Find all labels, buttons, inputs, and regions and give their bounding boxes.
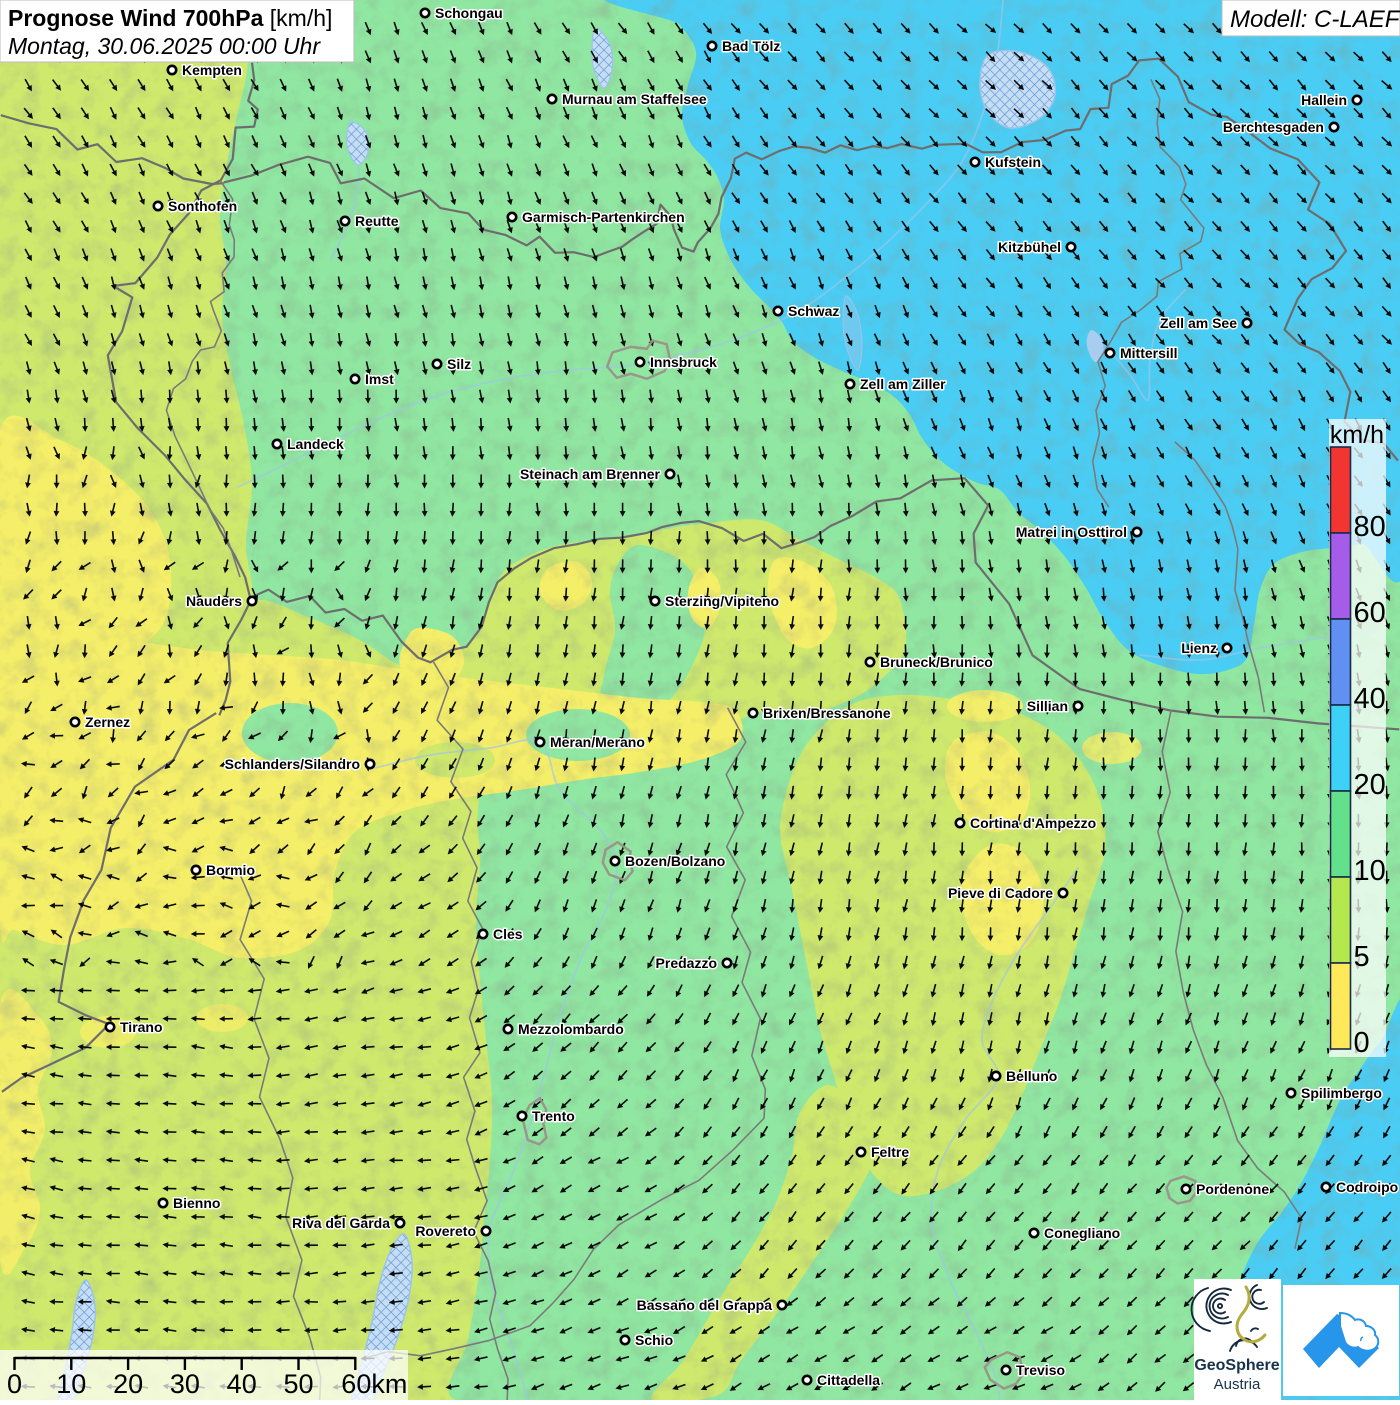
svg-text:Bozen/Bolzano: Bozen/Bolzano: [625, 853, 725, 869]
svg-text:Zell am See: Zell am See: [1160, 315, 1237, 331]
svg-text:Riva del Garda: Riva del Garda: [292, 1215, 390, 1231]
svg-text:Meran/Merano: Meran/Merano: [550, 734, 645, 750]
svg-text:Sonthofen: Sonthofen: [168, 198, 237, 214]
svg-text:Pieve di Cadore: Pieve di Cadore: [948, 885, 1053, 901]
svg-text:Sterzing/Vipiteno: Sterzing/Vipiteno: [665, 593, 779, 609]
svg-text:20: 20: [113, 1369, 143, 1399]
svg-text:Feltre: Feltre: [871, 1144, 909, 1160]
svg-text:km/h: km/h: [1330, 421, 1384, 449]
svg-text:80: 80: [1354, 511, 1386, 543]
svg-text:Spilimbergo: Spilimbergo: [1301, 1085, 1382, 1101]
svg-text:Bormio: Bormio: [206, 862, 255, 878]
svg-text:30: 30: [170, 1369, 200, 1399]
svg-text:Silz: Silz: [447, 356, 471, 372]
svg-text:20: 20: [1354, 769, 1386, 801]
svg-text:Imst: Imst: [365, 371, 394, 387]
svg-text:60: 60: [1354, 597, 1386, 629]
svg-text:40: 40: [227, 1369, 257, 1399]
svg-text:Zell am Ziller: Zell am Ziller: [860, 376, 946, 392]
svg-text:Reutte: Reutte: [355, 213, 399, 229]
svg-text:Mittersill: Mittersill: [1120, 345, 1178, 361]
svg-text:Garmisch-Partenkirchen: Garmisch-Partenkirchen: [522, 209, 685, 225]
svg-text:Treviso: Treviso: [1016, 1362, 1065, 1378]
svg-text:Berchtesgaden: Berchtesgaden: [1223, 119, 1324, 135]
svg-text:Landeck: Landeck: [287, 436, 344, 452]
svg-text:0: 0: [7, 1369, 22, 1399]
svg-text:Matrei in Osttirol: Matrei in Osttirol: [1016, 524, 1127, 540]
svg-text:60km: 60km: [341, 1369, 407, 1399]
svg-text:Bassano del Grappa: Bassano del Grappa: [637, 1297, 773, 1313]
svg-text:Cittadella: Cittadella: [817, 1372, 880, 1388]
svg-text:Predazzo: Predazzo: [656, 955, 717, 971]
svg-text:Kufstein: Kufstein: [985, 154, 1041, 170]
svg-text:Innsbruck: Innsbruck: [650, 354, 717, 370]
svg-text:Trento: Trento: [532, 1108, 575, 1124]
svg-text:40: 40: [1354, 683, 1386, 715]
svg-text:5: 5: [1354, 941, 1370, 973]
svg-text:Schongau: Schongau: [435, 5, 503, 21]
svg-text:10: 10: [1354, 855, 1386, 887]
svg-text:Modell: C-LAEF: Modell: C-LAEF: [1230, 6, 1400, 33]
svg-text:Montag, 30.06.2025 00:00 Uhr: Montag, 30.06.2025 00:00 Uhr: [8, 33, 321, 59]
svg-text:Mezzolombardo: Mezzolombardo: [518, 1021, 624, 1037]
svg-text:Brixen/Bressanone: Brixen/Bressanone: [763, 705, 891, 721]
svg-text:Lienz: Lienz: [1181, 640, 1217, 656]
svg-text:Kitzbühel: Kitzbühel: [998, 239, 1061, 255]
svg-text:Murnau am Staffelsee: Murnau am Staffelsee: [562, 91, 707, 107]
svg-text:Hallein: Hallein: [1301, 92, 1347, 108]
svg-text:Steinach am Brenner: Steinach am Brenner: [520, 466, 661, 482]
svg-text:Bruneck/Brunico: Bruneck/Brunico: [880, 654, 993, 670]
svg-text:Sillian: Sillian: [1027, 698, 1068, 714]
svg-text:Cles: Cles: [493, 926, 523, 942]
svg-text:Bienno: Bienno: [173, 1195, 220, 1211]
svg-text:Belluno: Belluno: [1006, 1068, 1057, 1084]
svg-text:Schlanders/Silandro: Schlanders/Silandro: [225, 756, 360, 772]
svg-text:Tirano: Tirano: [120, 1019, 163, 1035]
svg-text:Kempten: Kempten: [182, 62, 242, 78]
svg-text:Schio: Schio: [635, 1332, 673, 1348]
svg-text:0: 0: [1354, 1027, 1370, 1059]
svg-text:Pordenone: Pordenone: [1196, 1181, 1269, 1197]
svg-text:50: 50: [283, 1369, 313, 1399]
svg-text:Prognose Wind 700hPa [km/h]: Prognose Wind 700hPa [km/h]: [8, 5, 332, 31]
svg-text:Schwaz: Schwaz: [788, 303, 839, 319]
svg-text:Austria: Austria: [1214, 1376, 1261, 1393]
svg-text:10: 10: [56, 1369, 86, 1399]
svg-text:Codroipo: Codroipo: [1336, 1179, 1398, 1195]
svg-text:Nauders: Nauders: [186, 593, 242, 609]
svg-text:GeoSphere: GeoSphere: [1194, 1357, 1279, 1374]
svg-text:Conegliano: Conegliano: [1044, 1225, 1120, 1241]
svg-text:Rovereto: Rovereto: [415, 1223, 476, 1239]
svg-text:Cortina d'Ampezzo: Cortina d'Ampezzo: [970, 815, 1096, 831]
svg-text:Bad Tölz: Bad Tölz: [722, 38, 780, 54]
svg-text:Zernez: Zernez: [85, 714, 130, 730]
